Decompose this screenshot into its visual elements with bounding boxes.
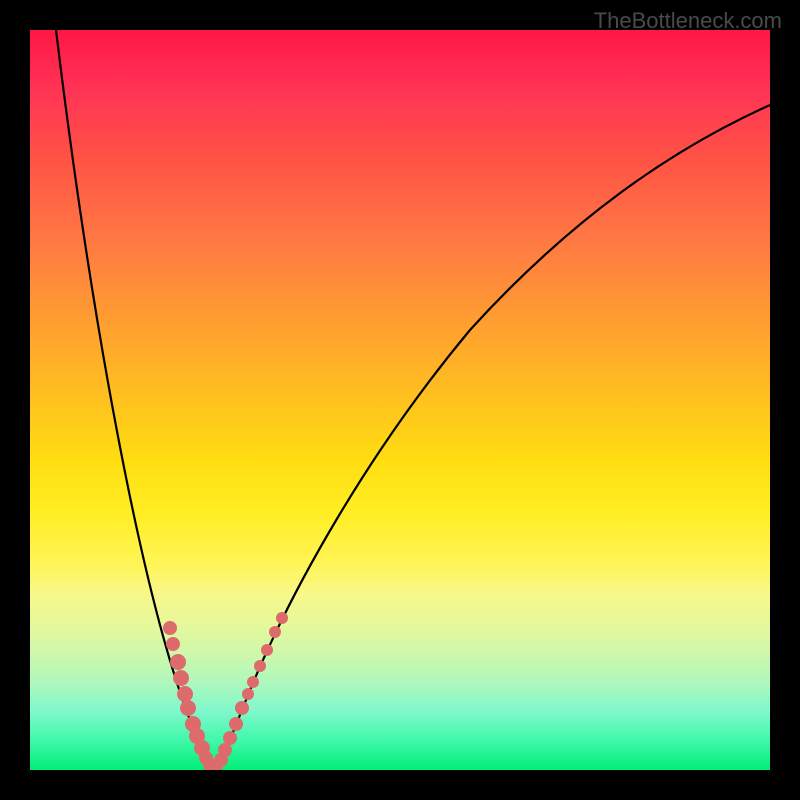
data-point xyxy=(177,686,193,702)
bottleneck-curve xyxy=(56,30,770,768)
chart-svg xyxy=(30,30,770,770)
data-point xyxy=(163,621,177,635)
data-point xyxy=(276,612,288,624)
data-points-group xyxy=(163,612,288,770)
data-point xyxy=(229,717,243,731)
data-point xyxy=(242,688,254,700)
data-point xyxy=(218,743,232,757)
data-point xyxy=(254,660,266,672)
data-point xyxy=(269,626,281,638)
watermark-text: TheBottleneck.com xyxy=(594,8,782,34)
data-point xyxy=(170,654,186,670)
data-point xyxy=(235,701,249,715)
data-point xyxy=(261,644,273,656)
data-point xyxy=(173,670,189,686)
data-point xyxy=(166,637,180,651)
data-point xyxy=(180,700,196,716)
data-point xyxy=(247,676,259,688)
plot-area xyxy=(30,30,770,770)
data-point xyxy=(223,731,237,745)
